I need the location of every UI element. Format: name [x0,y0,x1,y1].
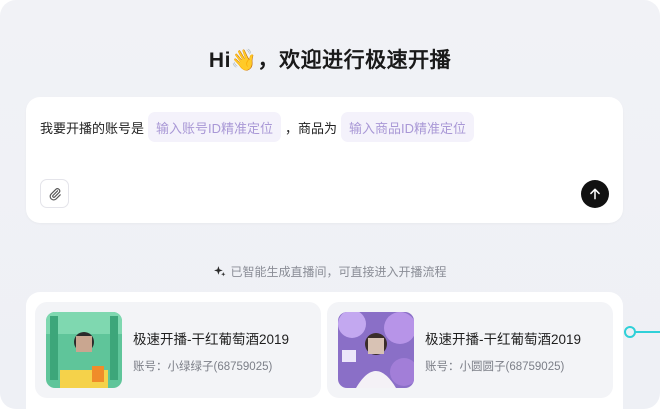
composer-card: 我要开播的账号是 输入账号ID精准定位 ，商品为 输入商品ID精准定位 [26,97,623,223]
generated-hint: 已智能生成直播间，可直接进入开播流程 [0,263,660,280]
composer-separator: ，商品为 [285,120,338,136]
page-title: Hi👋，欢迎进行极速开播 [208,49,452,72]
product-id-input[interactable]: 输入商品ID精准定位 [341,112,475,142]
stream-card-account: 账号：小绿绿子(68759025) [133,361,273,373]
stream-card[interactable]: 极速开播-干红葡萄酒2019 账号：小绿绿子(68759025) [35,302,321,398]
app-frame: Hi👋，欢迎进行极速开播 我要开播的账号是 输入账号ID精准定位 ，商品为 输入… [0,0,660,409]
stream-card-title: 极速开播-干红葡萄酒2019 [425,332,582,347]
attach-button[interactable] [40,179,69,208]
send-button[interactable] [581,180,609,208]
stream-thumbnail [338,312,414,388]
stream-card[interactable]: 极速开播-干红葡萄酒2019 账号：小圆圆子(68759025) [327,302,613,398]
account-id-input[interactable]: 输入账号ID精准定位 [148,112,282,142]
connector-dot [624,326,660,338]
stream-list-panel: 极速开播-干红葡萄酒2019 账号：小绿绿子(68759025) 极速开播-干红… [26,292,623,409]
stream-card-account: 账号：小圆圆子(68759025) [425,361,565,373]
composer-prompt: 我要开播的账号是 输入账号ID精准定位 ，商品为 输入商品ID精准定位 [40,112,478,142]
stream-thumbnail [46,312,122,388]
stream-card-title: 极速开播-干红葡萄酒2019 [133,332,290,347]
arrow-up-icon [590,188,600,200]
hint-text: 已智能生成直播间，可直接进入开播流程 [230,265,447,279]
sparkle-icon [214,266,226,277]
composer-prefix: 我要开播的账号是 [40,120,145,136]
paperclip-icon [49,187,61,200]
